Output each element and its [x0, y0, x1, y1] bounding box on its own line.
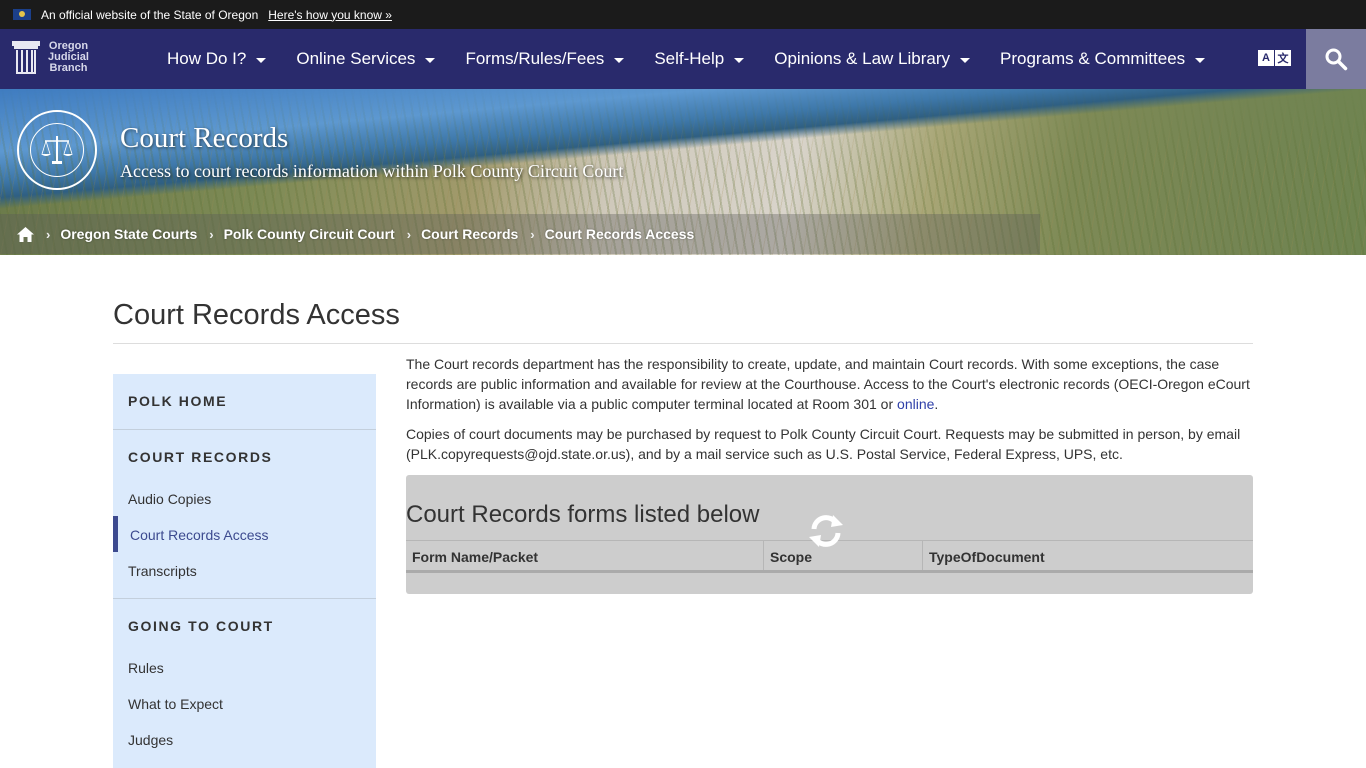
active-indicator — [113, 516, 118, 552]
official-site-text: An official website of the State of Oreg… — [41, 7, 259, 22]
breadcrumb: › Oregon State Courts › Polk County Circ… — [0, 214, 1040, 254]
breadcrumb-home[interactable] — [17, 226, 34, 242]
breadcrumb-court-records-access[interactable]: Court Records Access — [545, 226, 695, 242]
translate-icon-b: 文 — [1275, 50, 1291, 66]
breadcrumb-oregon-state-courts[interactable]: Oregon State Courts — [60, 226, 197, 242]
search-icon — [1325, 48, 1348, 71]
search-button[interactable] — [1306, 29, 1366, 89]
breadcrumb-court-records[interactable]: Court Records — [421, 226, 518, 242]
nav-item-label: Forms/Rules/Fees — [465, 49, 605, 68]
translate-icon-a: A — [1258, 50, 1274, 66]
nav-item-label: How Do I? — [167, 49, 247, 68]
home-icon — [17, 226, 34, 242]
pillar-icon — [12, 41, 40, 74]
sidebar-heading-court-records[interactable]: COURT RECORDS — [113, 449, 272, 465]
chevron-right-icon: › — [406, 226, 412, 242]
nav-menu: How Do I? Online Services Forms/Rules/Fe… — [167, 29, 1235, 89]
sidebar-nav: POLK HOME COURT RECORDS Audio Copies Cou… — [113, 374, 376, 768]
forms-title: Court Records forms listed below — [406, 501, 760, 528]
official-site-banner: An official website of the State of Oreg… — [0, 0, 1366, 29]
translate-button[interactable]: A 文 — [1258, 50, 1292, 66]
oregon-flag-icon — [13, 9, 31, 20]
nav-item-opinions-law-library[interactable]: Opinions & Law Library — [774, 49, 970, 69]
scales-of-justice-icon — [41, 136, 73, 164]
nav-item-label: Opinions & Law Library — [774, 49, 950, 68]
main-navigation: Oregon Judicial Branch How Do I? Online … — [0, 29, 1366, 89]
sidebar-item-transcripts[interactable]: Transcripts — [128, 563, 197, 579]
caret-down-icon — [256, 57, 267, 63]
hero-subtitle: Access to court records information with… — [120, 161, 624, 181]
sidebar-item-rules[interactable]: Rules — [128, 660, 164, 676]
logo-text: Oregon Judicial Branch — [48, 40, 89, 74]
caret-down-icon — [960, 57, 970, 63]
caret-down-icon — [614, 57, 625, 63]
intro-text: The Court records department has the res… — [406, 356, 1250, 412]
ojd-logo[interactable]: Oregon Judicial Branch — [12, 41, 89, 74]
sidebar-heading-polk-home[interactable]: POLK HOME — [113, 393, 227, 409]
caret-down-icon — [1195, 57, 1206, 63]
sidebar-item-audio-copies[interactable]: Audio Copies — [128, 491, 211, 507]
caret-down-icon — [425, 57, 436, 63]
sidebar-item-court-records-access[interactable]: Court Records Access — [130, 527, 269, 543]
hero-banner: Court Records Access to court records in… — [0, 89, 1366, 255]
nav-item-online-services[interactable]: Online Services — [296, 49, 436, 69]
breadcrumb-polk-county-circuit-court[interactable]: Polk County Circuit Court — [224, 226, 395, 242]
sidebar-heading-going-to-court[interactable]: GOING TO COURT — [113, 618, 274, 634]
sidebar-divider — [113, 598, 376, 599]
intro-paragraph: The Court records department has the res… — [406, 354, 1254, 414]
sidebar-item-what-to-expect[interactable]: What to Expect — [128, 696, 223, 712]
column-header-form-name[interactable]: Form Name/Packet — [406, 541, 763, 570]
chevron-right-icon: › — [530, 226, 535, 242]
sidebar-item-judges[interactable]: Judges — [128, 732, 173, 748]
nav-item-label: Online Services — [296, 49, 416, 68]
page-title: Court Records Access — [113, 299, 400, 331]
nav-item-forms-rules-fees[interactable]: Forms/Rules/Fees — [465, 49, 625, 69]
refresh-spinner-icon — [809, 515, 843, 547]
title-divider — [113, 343, 1253, 344]
forms-panel: Court Records forms listed below Form Na… — [406, 475, 1253, 594]
nav-item-label: Self-Help — [654, 49, 725, 68]
online-records-link[interactable]: online — [897, 396, 934, 412]
nav-item-self-help[interactable]: Self-Help — [654, 49, 745, 69]
nav-item-programs-committees[interactable]: Programs & Committees — [1000, 49, 1206, 69]
nav-item-label: Programs & Committees — [1000, 49, 1186, 68]
judicial-department-seal — [17, 110, 97, 190]
nav-item-how-do-i[interactable]: How Do I? — [167, 49, 267, 69]
chevron-right-icon: › — [209, 226, 214, 242]
caret-down-icon — [734, 57, 745, 63]
chevron-right-icon: › — [46, 226, 51, 242]
intro-text-end: . — [934, 396, 939, 412]
column-header-type-of-document[interactable]: TypeOfDocument — [922, 541, 1253, 570]
hero-title: Court Records — [120, 122, 289, 154]
sidebar-divider — [113, 429, 376, 430]
heres-how-you-know-link[interactable]: Here's how you know » — [268, 8, 392, 22]
copies-paragraph: Copies of court documents may be purchas… — [406, 426, 1241, 462]
